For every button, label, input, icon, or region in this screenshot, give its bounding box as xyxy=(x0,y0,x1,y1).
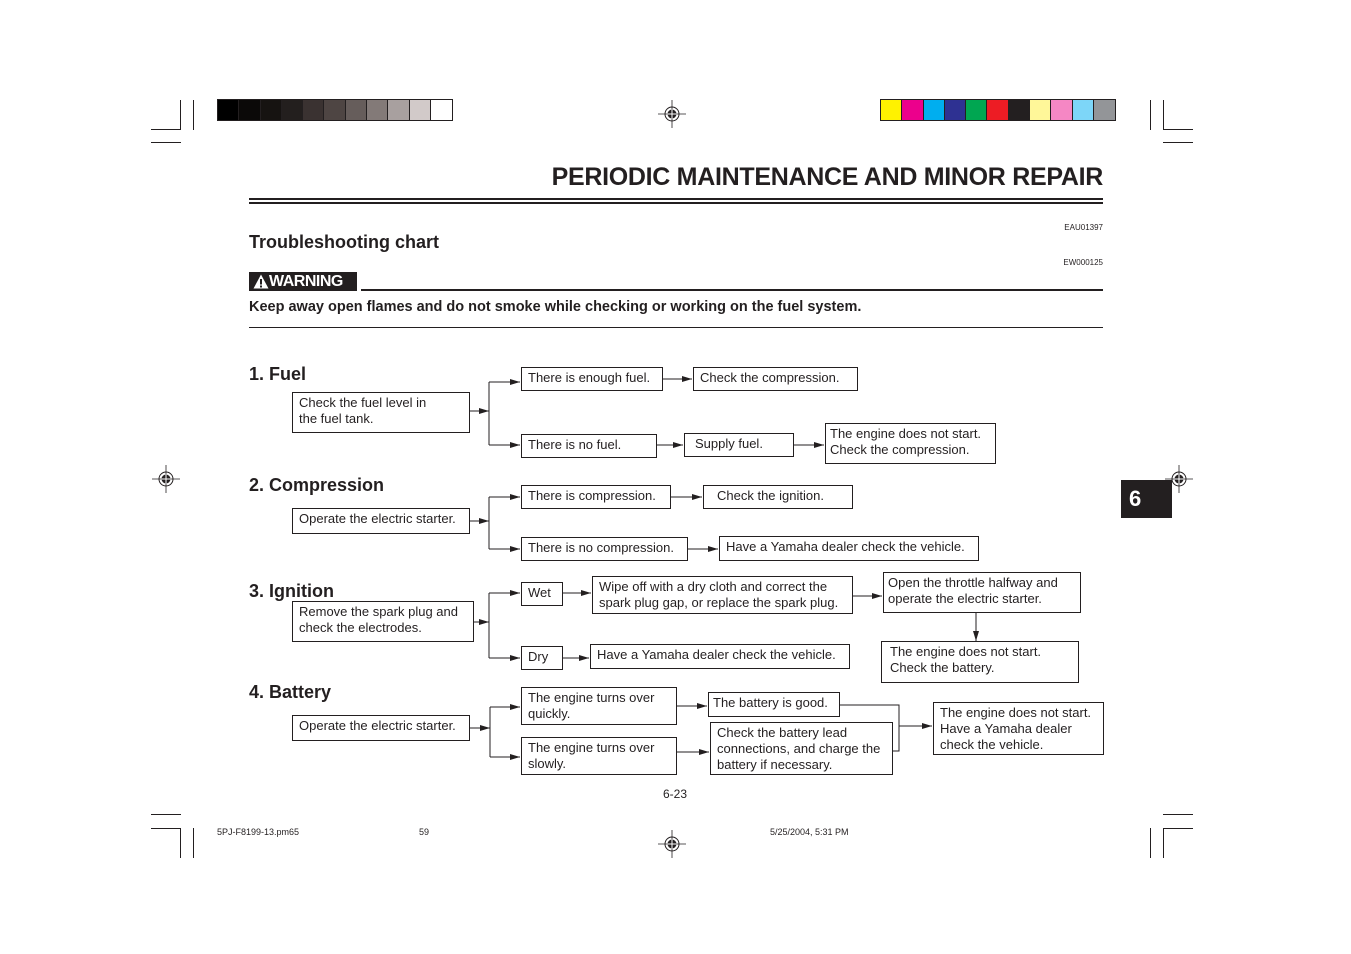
compression-yes-box: There is compression. xyxy=(521,485,671,509)
fuel-final-box: The engine does not start. Check the com… xyxy=(825,423,996,464)
battery-good-box: The battery is good. xyxy=(708,692,840,717)
battery-final-box: The engine does not start. Have a Yamaha… xyxy=(933,702,1104,755)
fuel-check-compression-box: Check the compression. xyxy=(693,367,858,391)
ignition-dealer-box: Have a Yamaha dealer check the vehicle. xyxy=(590,644,850,669)
chapter-tab: 6 xyxy=(1121,480,1172,518)
fuel-none-box: There is no fuel. xyxy=(521,434,657,458)
footer-timestamp: 5/25/2004, 5:31 PM xyxy=(770,827,849,837)
fuel-start-box: Check the fuel level in the fuel tank. xyxy=(292,392,470,433)
compression-no-box: There is no compression. xyxy=(521,537,688,561)
ignition-wipe-box: Wipe off with a dry cloth and correct th… xyxy=(592,576,853,614)
compression-dealer-box: Have a Yamaha dealer check the vehicle. xyxy=(719,536,979,561)
ignition-dry-box: Dry xyxy=(521,646,563,670)
battery-quick-box: The engine turns over quickly. xyxy=(521,687,677,725)
footer-page: 59 xyxy=(419,827,430,837)
battery-section-title: 4. Battery xyxy=(249,682,332,702)
ignition-throttle-box: Open the throttle halfway and operate th… xyxy=(883,572,1081,613)
page-number: 6-23 xyxy=(663,787,688,801)
fuel-enough-box: There is enough fuel. xyxy=(521,367,663,391)
footer-filename: 5PJ-F8199-13.pm65 xyxy=(217,827,300,837)
supply-fuel-box: Supply fuel. xyxy=(684,433,794,457)
battery-slow-box: The engine turns over slowly. xyxy=(521,737,677,775)
ignition-section-title: 3. Ignition xyxy=(249,581,334,601)
ignition-final-box: The engine does not start. Check the bat… xyxy=(881,641,1079,683)
battery-charge-box: Check the battery lead connections, and … xyxy=(710,722,893,775)
ignition-wet-box: Wet xyxy=(521,582,563,606)
compression-section-title: 2. Compression xyxy=(249,475,385,495)
check-ignition-box: Check the ignition. xyxy=(703,485,853,509)
flowchart-connectors xyxy=(470,376,979,760)
fuel-section-title: 1. Fuel xyxy=(249,364,307,384)
compression-start-box: Operate the electric starter. xyxy=(292,508,470,534)
ignition-start-box: Remove the spark plug and check the elec… xyxy=(292,601,474,642)
battery-start-box: Operate the electric starter. xyxy=(292,715,470,741)
